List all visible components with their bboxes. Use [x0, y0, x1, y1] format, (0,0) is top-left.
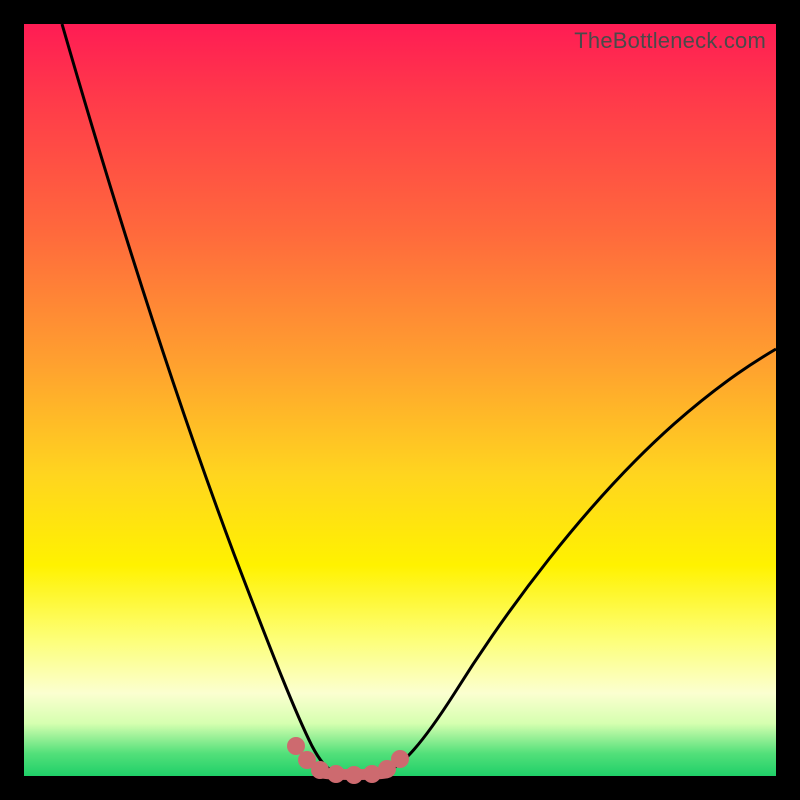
- valley-markers: [287, 737, 409, 784]
- plot-area: TheBottleneck.com: [24, 24, 776, 776]
- left-curve: [62, 24, 334, 772]
- right-curve: [386, 349, 776, 772]
- curve-overlay: [24, 24, 776, 776]
- chart-frame: TheBottleneck.com: [0, 0, 800, 800]
